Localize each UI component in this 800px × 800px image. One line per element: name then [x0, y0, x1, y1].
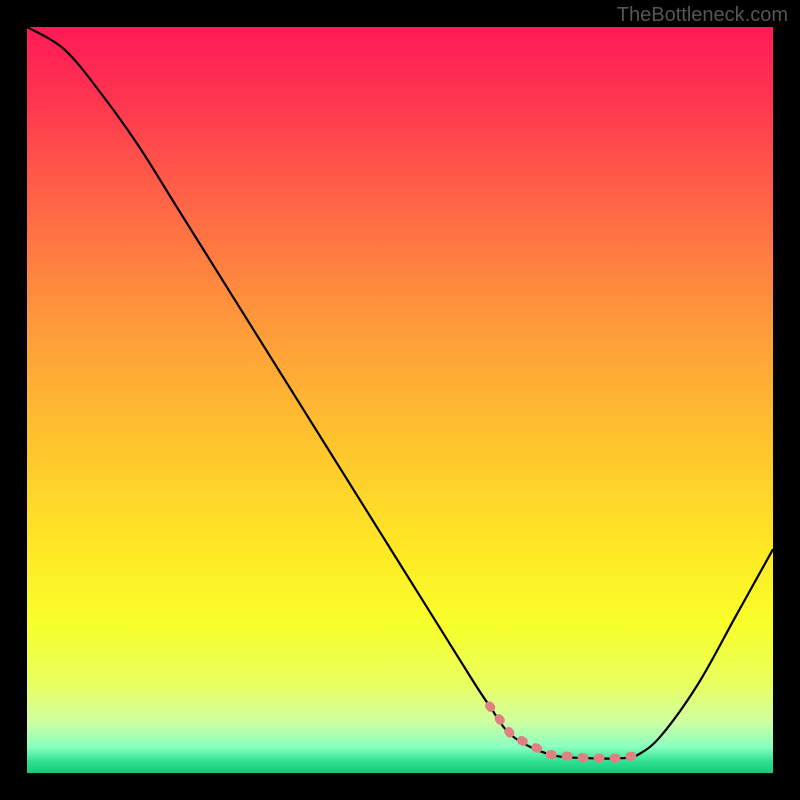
- plot-area: [27, 27, 773, 773]
- bottleneck-curve: [27, 27, 773, 759]
- chart-svg: [27, 27, 773, 773]
- optimal-marker: [490, 706, 639, 758]
- watermark-text: TheBottleneck.com: [617, 4, 788, 27]
